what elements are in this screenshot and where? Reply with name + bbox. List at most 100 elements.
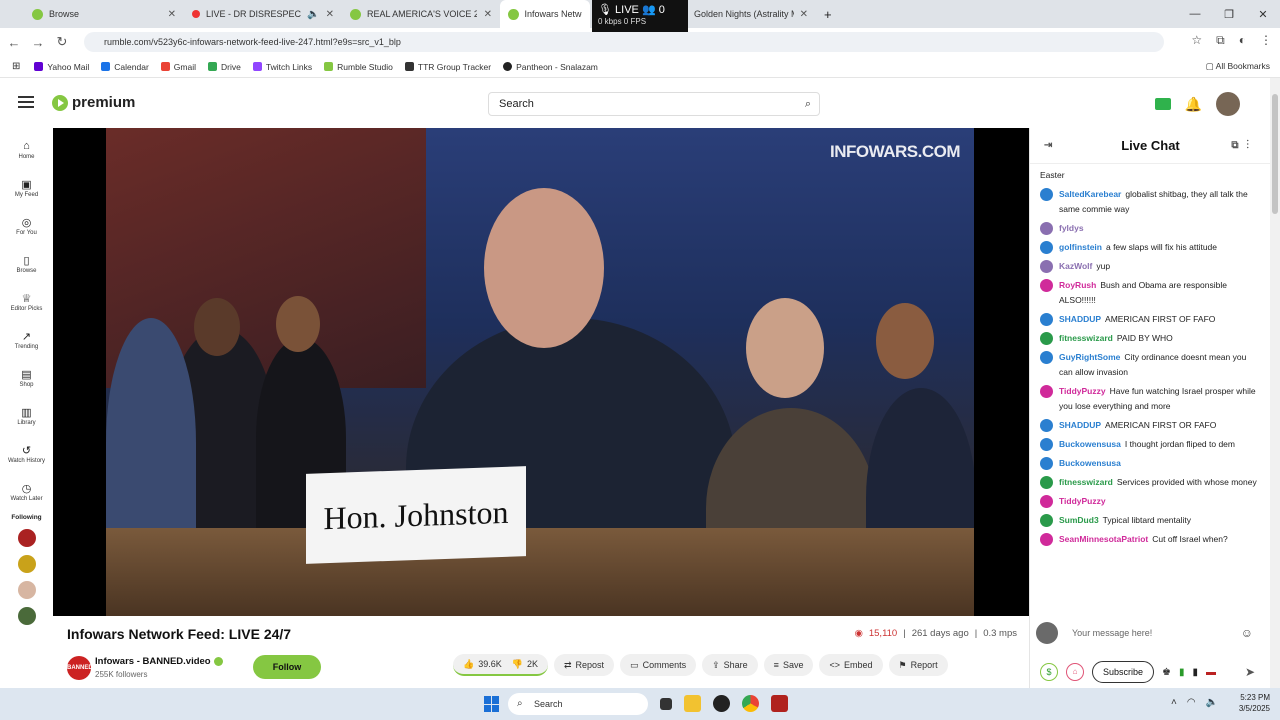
following-channel-avatar[interactable]	[17, 607, 36, 625]
bookmark-gmail[interactable]: Gmail	[160, 62, 196, 72]
all-bookmarks-link[interactable]: ▢ All Bookmarks	[1206, 61, 1270, 72]
bookmark-calendar[interactable]: Calendar	[101, 62, 149, 72]
chat-username[interactable]: fitnesswizard	[1059, 333, 1113, 343]
chat-user-avatar[interactable]	[1040, 222, 1053, 235]
chat-user-avatar[interactable]	[1040, 476, 1053, 489]
hamburger-menu-icon[interactable]	[18, 96, 34, 108]
following-channel-avatar[interactable]	[17, 581, 36, 599]
chat-username[interactable]: SumDud3	[1059, 515, 1099, 525]
chat-user-avatar[interactable]	[1040, 332, 1053, 345]
subscribe-button[interactable]: Subscribe	[1092, 661, 1155, 683]
chat-username[interactable]: SeanMinnesotaPatriot	[1059, 534, 1148, 544]
back-icon[interactable]: ←	[2, 35, 26, 50]
sidebar-item-for-you[interactable]: ◎ For You	[0, 204, 53, 242]
tab-browse[interactable]: Browse ✕	[0, 0, 184, 28]
channel-avatar[interactable]: BANNED	[67, 656, 93, 680]
chat-username[interactable]: Buckowensusa	[1059, 458, 1121, 468]
minimize-icon[interactable]: —	[1178, 0, 1212, 28]
chat-username[interactable]: KazWolf	[1059, 261, 1092, 271]
chat-user-avatar[interactable]	[1040, 313, 1053, 326]
url-field[interactable]: rumble.com/v523y6c-infowars-network-feed…	[84, 32, 1164, 52]
close-tab-icon[interactable]: ✕	[168, 9, 176, 20]
chat-user-avatar[interactable]	[1040, 533, 1053, 546]
volume-icon[interactable]: 🔈	[1206, 697, 1218, 708]
chat-username[interactable]: GuyRightSome	[1059, 352, 1120, 362]
apps-icon[interactable]: ⊞	[12, 61, 20, 72]
file-explorer-icon[interactable]	[684, 695, 701, 712]
close-window-icon[interactable]: ✕	[1246, 0, 1280, 28]
report-button[interactable]: ⚑ Report	[888, 654, 948, 676]
chat-user-avatar[interactable]	[1040, 188, 1053, 201]
share-button[interactable]: ⇪ Share	[702, 654, 758, 676]
tab-infowars[interactable]: Infowars Network F	[500, 0, 590, 28]
sidebar-item-watch-history[interactable]: ↺ Watch History	[0, 432, 53, 470]
bookmark-twitch-links[interactable]: Twitch Links	[252, 62, 312, 72]
repost-button[interactable]: ⇄ Repost	[553, 654, 615, 676]
menu-icon[interactable]: ⋮	[1260, 33, 1272, 48]
page-scrollbar[interactable]	[1270, 78, 1280, 688]
maximize-icon[interactable]: ❐	[1212, 0, 1246, 28]
close-tab-icon[interactable]: ✕	[326, 9, 334, 20]
search-icon[interactable]: ⌕	[805, 93, 811, 115]
chat-username[interactable]: TiddyPuzzy	[1059, 386, 1106, 396]
user-avatar[interactable]	[1216, 92, 1240, 116]
obs-icon[interactable]	[713, 695, 730, 712]
sidebar-item-my-feed[interactable]: ▣ My Feed	[0, 166, 53, 204]
following-channel-avatar[interactable]	[17, 555, 36, 573]
emoji-icon[interactable]: ☺	[1241, 626, 1253, 640]
chat-username[interactable]: SHADDUP	[1059, 420, 1101, 430]
chat-user-avatar[interactable]	[1040, 260, 1053, 273]
sidebar-item-editor-picks[interactable]: ♕ Editor Picks	[0, 280, 53, 318]
chat-user-avatar[interactable]	[1040, 279, 1053, 292]
notifications-bell-icon[interactable]: 🔔	[1185, 96, 1202, 113]
chat-message-input[interactable]: Your message here!	[1072, 628, 1152, 638]
wifi-icon[interactable]: ◠	[1187, 697, 1196, 708]
sidebar-item-home[interactable]: ⌂ Home	[0, 128, 53, 166]
chrome-icon[interactable]	[742, 695, 759, 712]
video-player[interactable]: Hon. Johnston INFOWARS.COM	[53, 128, 1029, 616]
chevron-up-icon[interactable]: ˄	[1171, 697, 1177, 708]
app-icon[interactable]	[771, 695, 788, 712]
send-icon[interactable]: ➤	[1245, 665, 1255, 679]
chat-user-avatar[interactable]	[1040, 514, 1053, 527]
chat-username[interactable]: fyldys	[1059, 223, 1084, 233]
bookmark-pantheon[interactable]: Pantheon - Snalazam	[503, 62, 598, 72]
chat-username[interactable]: fitnesswizard	[1059, 477, 1113, 487]
close-tab-icon[interactable]: ✕	[800, 9, 808, 20]
chat-options-icon[interactable]: ⧉⋮	[1231, 140, 1257, 151]
taskbar-search[interactable]: ⌕ Search	[508, 693, 648, 715]
save-button[interactable]: ≡ Save	[763, 654, 814, 676]
follow-button[interactable]: Follow	[253, 655, 321, 679]
sidebar-item-watch-later[interactable]: ◷ Watch Later	[0, 470, 53, 508]
tab-golden-nights[interactable]: Golden Nights (Astrality M ✕	[686, 0, 816, 28]
scrollbar-thumb[interactable]	[1272, 94, 1278, 214]
bookmark-ttr-group-tracker[interactable]: TTR Group Tracker	[404, 62, 491, 72]
rant-dollar-icon[interactable]: $	[1040, 663, 1058, 681]
chat-username[interactable]: SHADDUP	[1059, 314, 1101, 324]
bookmark-rumble-studio[interactable]: Rumble Studio	[324, 62, 393, 72]
search-input[interactable]: Search ⌕	[488, 92, 820, 116]
collapse-chat-icon[interactable]: ⇥	[1044, 140, 1052, 151]
go-live-camera-icon[interactable]	[1154, 98, 1171, 110]
channel-name-link[interactable]: Infowars - BANNED.video	[95, 656, 223, 667]
chat-username[interactable]: Buckowensusa	[1059, 439, 1121, 449]
bookmark-drive[interactable]: Drive	[208, 62, 241, 72]
forward-icon[interactable]: →	[26, 35, 50, 50]
chat-username[interactable]: RoyRush	[1059, 280, 1096, 290]
chat-username[interactable]: SaltedKarebear	[1059, 189, 1121, 199]
close-tab-icon[interactable]: ✕	[484, 9, 492, 20]
reload-icon[interactable]: ↻	[50, 34, 74, 50]
embed-button[interactable]: <> Embed	[819, 654, 883, 676]
clock[interactable]: 5:23 PM 3/5/2025	[1239, 692, 1270, 714]
chat-username[interactable]: golfinstein	[1059, 242, 1102, 252]
following-channel-avatar[interactable]	[17, 529, 36, 547]
chat-username[interactable]: TiddyPuzzy	[1059, 496, 1106, 506]
bookmark-star-icon[interactable]: ☆	[1191, 33, 1202, 48]
chat-user-avatar[interactable]	[1040, 385, 1053, 398]
chat-user-avatar[interactable]	[1040, 241, 1053, 254]
chat-user-avatar[interactable]	[1040, 419, 1053, 432]
rumble-premium-logo[interactable]: premium	[52, 94, 135, 111]
task-view-icon[interactable]	[660, 698, 672, 710]
thumbs-up-icon[interactable]: 👍	[463, 659, 474, 670]
windows-start-icon[interactable]	[484, 696, 500, 712]
